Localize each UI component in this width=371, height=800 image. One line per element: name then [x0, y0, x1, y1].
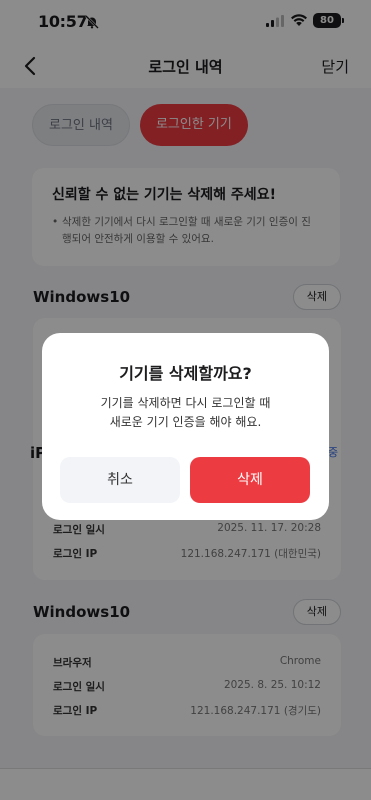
confirm-delete-button[interactable]: 삭제	[190, 457, 310, 503]
dialog-message-line: 새로운 기기 인증을 해야 해요.	[109, 415, 262, 429]
cancel-button[interactable]: 취소	[60, 457, 180, 503]
dialog-message-line: 기기를 삭제하면 다시 로그인할 때	[100, 396, 271, 410]
dialog-title: 기기를 삭제할까요?	[119, 364, 252, 383]
dialog-message: 기기를 삭제하면 다시 로그인할 때 새로운 기기 인증을 해야 해요.	[42, 394, 329, 432]
delete-confirm-dialog: 기기를 삭제할까요? 기기를 삭제하면 다시 로그인할 때 새로운 기기 인증을…	[42, 333, 329, 520]
